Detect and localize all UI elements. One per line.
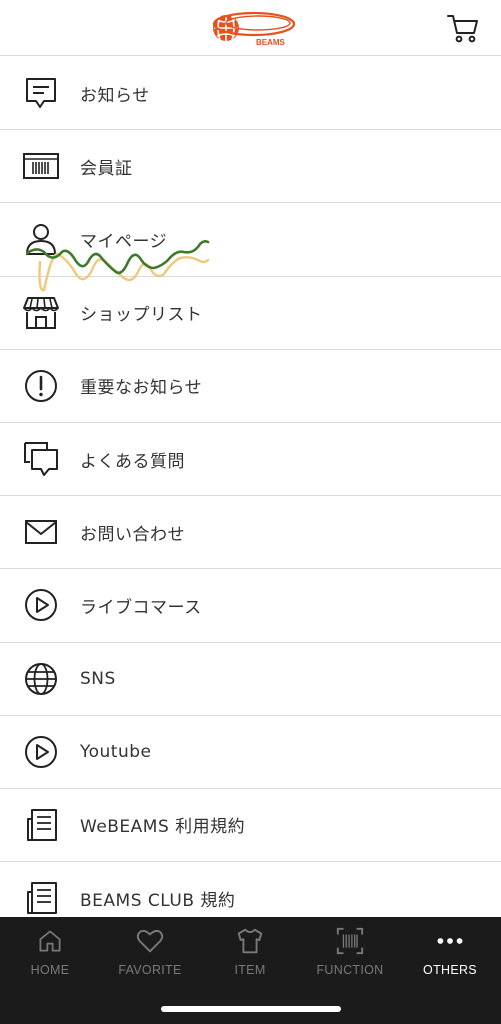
tab-home[interactable]: HOME <box>0 925 100 987</box>
menu-item-webeams-terms[interactable]: WeBEAMS 利用規約 <box>0 788 501 863</box>
menu-item-label: Youtube <box>80 741 152 762</box>
tab-item[interactable]: ITEM <box>200 925 300 987</box>
menu-item-label: ショップリスト <box>80 305 203 326</box>
barcode-scan-icon <box>334 925 366 957</box>
home-indicator[interactable] <box>161 1006 341 1012</box>
tab-label: ITEM <box>234 963 266 977</box>
menu-item-label: SNS <box>80 668 116 689</box>
menu-item-important-news[interactable]: 重要なお知らせ <box>0 349 501 423</box>
globe-icon <box>22 660 60 698</box>
tshirt-icon <box>234 925 266 957</box>
menu-item-youtube[interactable]: Youtube <box>0 715 501 789</box>
tab-favorite[interactable]: FAVORITE <box>100 925 200 987</box>
menu-item-label: ライブコマース <box>80 597 202 618</box>
menu-item-shop-list[interactable]: ショップリスト <box>0 276 501 350</box>
tab-label: FAVORITE <box>118 963 182 977</box>
document-icon <box>22 806 60 844</box>
person-icon <box>22 220 60 258</box>
shop-icon <box>22 294 60 332</box>
others-menu-list: お知らせ 会員証 マイページ ショップリスト 重要なお知らせ よくある質問 お問… <box>0 57 501 936</box>
play-icon <box>22 586 60 624</box>
tab-label: HOME <box>30 963 70 977</box>
home-icon <box>34 925 66 957</box>
menu-item-label: BEAMS CLUB 規約 <box>80 890 236 911</box>
logo-text: BEAMS <box>256 38 286 47</box>
menu-item-contact[interactable]: お問い合わせ <box>0 496 501 570</box>
menu-item-membership-card[interactable]: 会員証 <box>0 130 501 204</box>
beams-logo[interactable]: BEAMS <box>206 8 298 48</box>
menu-item-live-commerce[interactable]: ライブコマース <box>0 569 501 643</box>
app-header: BEAMS <box>0 0 501 56</box>
tab-label: FUNCTION <box>316 963 384 977</box>
barcode-icon <box>22 147 60 185</box>
menu-item-news[interactable]: お知らせ <box>0 57 501 131</box>
alert-icon <box>22 367 60 405</box>
menu-item-sns[interactable]: SNS <box>0 642 501 716</box>
chat-icon <box>22 440 60 478</box>
menu-item-label: マイページ <box>80 231 168 252</box>
mail-icon <box>22 513 60 551</box>
menu-item-label: お知らせ <box>80 85 150 106</box>
tab-function[interactable]: FUNCTION <box>300 925 400 987</box>
menu-item-label: 重要なお知らせ <box>80 378 203 399</box>
cart-icon[interactable] <box>446 12 480 44</box>
menu-item-label: お問い合わせ <box>80 524 185 545</box>
tab-label: OTHERS <box>423 963 477 977</box>
menu-item-label: よくある質問 <box>80 451 185 472</box>
tab-others[interactable]: OTHERS <box>400 925 500 987</box>
menu-item-faq[interactable]: よくある質問 <box>0 422 501 497</box>
menu-item-label: 会員証 <box>80 158 133 179</box>
menu-item-mypage[interactable]: マイページ <box>0 203 501 277</box>
menu-item-label: WeBEAMS 利用規約 <box>80 817 246 838</box>
more-icon <box>434 925 466 957</box>
document-icon <box>22 879 60 917</box>
heart-icon <box>134 925 166 957</box>
play-icon <box>22 733 60 771</box>
message-icon <box>22 74 60 112</box>
